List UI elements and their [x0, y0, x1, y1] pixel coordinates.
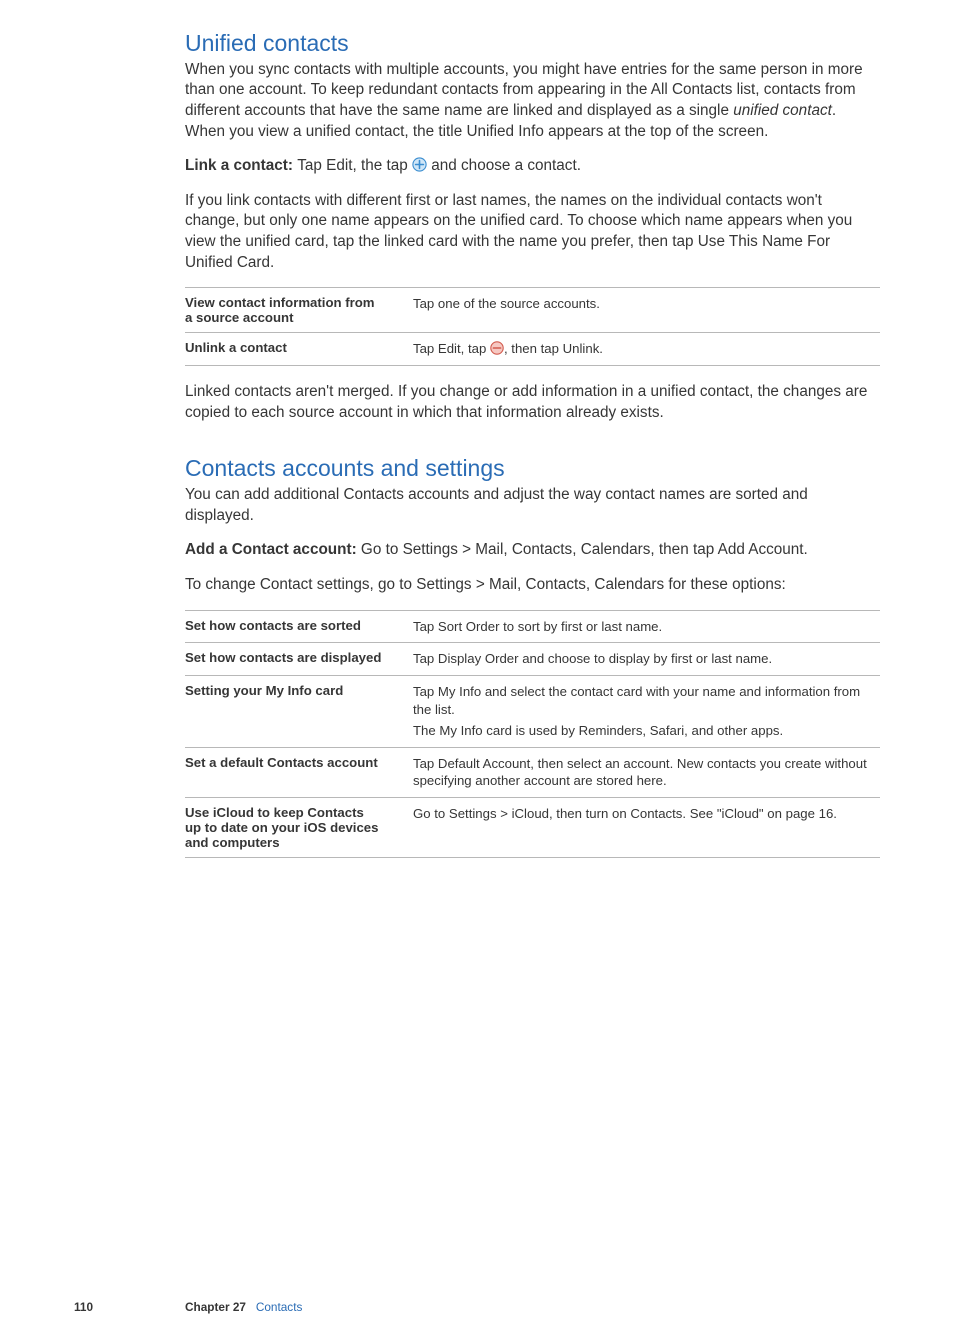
table-value: Tap Edit, tap , then tap Unlink.: [413, 333, 880, 366]
table-label: Use iCloud to keep Contacts up to date o…: [185, 798, 413, 858]
table-row: Unlink a contact Tap Edit, tap , then ta…: [185, 333, 880, 366]
chapter-label: Chapter 27 Contacts: [185, 1300, 302, 1314]
text: The My Info card is used by Reminders, S…: [413, 723, 783, 738]
table-row: View contact information from a source a…: [185, 288, 880, 333]
text-bold: Chapter 27: [185, 1300, 246, 1314]
text-italic: unified contact: [733, 102, 832, 119]
table-value: Tap one of the source accounts.: [413, 288, 880, 333]
paragraph: When you sync contacts with multiple acc…: [185, 60, 880, 143]
remove-icon: [490, 341, 504, 355]
table-value: Tap Default Account, then select an acco…: [413, 747, 880, 798]
table-settings: Set how contacts are sorted Tap Sort Ord…: [185, 610, 880, 859]
text-bold: Link a contact:: [185, 157, 297, 174]
page-number: 110: [74, 1300, 93, 1314]
table-label: Set a default Contacts account: [185, 747, 413, 798]
text: View contact information from: [185, 295, 375, 310]
text: and choose a contact.: [427, 157, 581, 174]
paragraph: Add a Contact account: Go to Settings > …: [185, 540, 880, 561]
paragraph: To change Contact settings, go to Settin…: [185, 575, 880, 596]
table-row: Setting your My Info card Tap My Info an…: [185, 676, 880, 747]
table-label: Unlink a contact: [185, 333, 413, 366]
paragraph: If you link contacts with different firs…: [185, 191, 880, 274]
text: Tap Edit, tap: [413, 341, 490, 356]
text: up to date on your iOS devices: [185, 820, 378, 835]
text: Go to Settings > Mail, Contacts, Calenda…: [361, 541, 808, 558]
text: and computers: [185, 835, 280, 850]
table-label: Set how contacts are sorted: [185, 610, 413, 643]
chapter-link[interactable]: Contacts: [256, 1300, 303, 1314]
add-icon: [412, 157, 427, 172]
paragraph: Linked contacts aren't merged. If you ch…: [185, 382, 880, 423]
paragraph: Link a contact: Tap Edit, the tap and ch…: [185, 156, 880, 177]
text-bold: Add a Contact account:: [185, 541, 361, 558]
table-value: Tap My Info and select the contact card …: [413, 676, 880, 747]
table-label: View contact information from a source a…: [185, 288, 413, 333]
text: Tap Edit, the tap: [297, 157, 412, 174]
text: , then tap Unlink.: [504, 341, 603, 356]
table-value: Tap Display Order and choose to display …: [413, 643, 880, 676]
table-row: Set a default Contacts account Tap Defau…: [185, 747, 880, 798]
text: a source account: [185, 310, 293, 325]
table-row: Set how contacts are displayed Tap Displ…: [185, 643, 880, 676]
heading-contacts-settings: Contacts accounts and settings: [185, 455, 880, 483]
text: Tap My Info and select the contact card …: [413, 684, 860, 717]
table-value: Go to Settings > iCloud, then turn on Co…: [413, 798, 880, 858]
text: Use iCloud to keep Contacts: [185, 805, 364, 820]
table-row: Set how contacts are sorted Tap Sort Ord…: [185, 610, 880, 643]
table-value: Tap Sort Order to sort by first or last …: [413, 610, 880, 643]
table-unified: View contact information from a source a…: [185, 287, 880, 366]
table-label: Set how contacts are displayed: [185, 643, 413, 676]
table-label: Setting your My Info card: [185, 676, 413, 747]
heading-unified-contacts: Unified contacts: [185, 30, 880, 58]
table-row: Use iCloud to keep Contacts up to date o…: [185, 798, 880, 858]
paragraph: You can add additional Contacts accounts…: [185, 485, 880, 526]
